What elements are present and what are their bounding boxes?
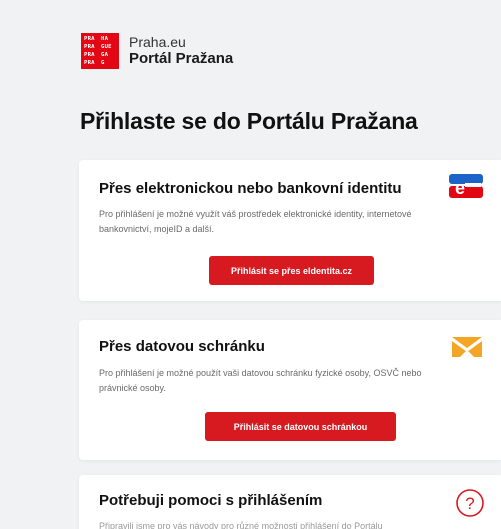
eidentita-login-button[interactable]: Přihlásit se přes eIdentita.cz	[209, 256, 374, 285]
page-title: Přihlaste se do Portálu Pražana	[80, 108, 418, 134]
card-title: Přes datovou schránku	[99, 338, 265, 355]
datova-schranka-card: Přes datovou schránku Pro přihlášení je …	[79, 320, 501, 460]
card-title: Přes elektronickou nebo bankovní identit…	[99, 180, 402, 197]
brand-text: Praha.eu Portál Pražana	[129, 34, 233, 68]
brand-header[interactable]: PRA HA PRA GUE PRA GA PRA G Praha.eu Por…	[81, 33, 233, 69]
help-icon[interactable]: ?	[455, 488, 485, 518]
card-title: Potřebuji pomoci s přihlášením	[99, 492, 323, 509]
eidentita-card: Přes elektronickou nebo bankovní identit…	[79, 160, 501, 301]
brand-portal-name: Portál Pražana	[129, 50, 234, 67]
datova-schranka-login-button[interactable]: Přihlásit se datovou schránkou	[205, 412, 396, 441]
login-page: PRA HA PRA GUE PRA GA PRA G Praha.eu Por…	[0, 0, 501, 529]
card-description: Pro přihlášení je možné použít vaši dato…	[99, 368, 422, 393]
datova-schranka-icon	[452, 337, 482, 357]
praha-logo: PRA HA PRA GUE PRA GA PRA G	[81, 33, 119, 69]
card-description: Připravili jsme pro vás návody pro různé…	[99, 521, 383, 529]
svg-text:e: e	[455, 178, 465, 198]
help-card[interactable]: Potřebuji pomoci s přihlášením ? Připrav…	[79, 475, 501, 529]
card-description: Pro přihlášení je možné využít váš prost…	[99, 209, 412, 234]
svg-text:?: ?	[465, 494, 474, 513]
brand-site-name: Praha.eu	[129, 34, 186, 50]
eidentita-icon: e	[449, 174, 483, 198]
